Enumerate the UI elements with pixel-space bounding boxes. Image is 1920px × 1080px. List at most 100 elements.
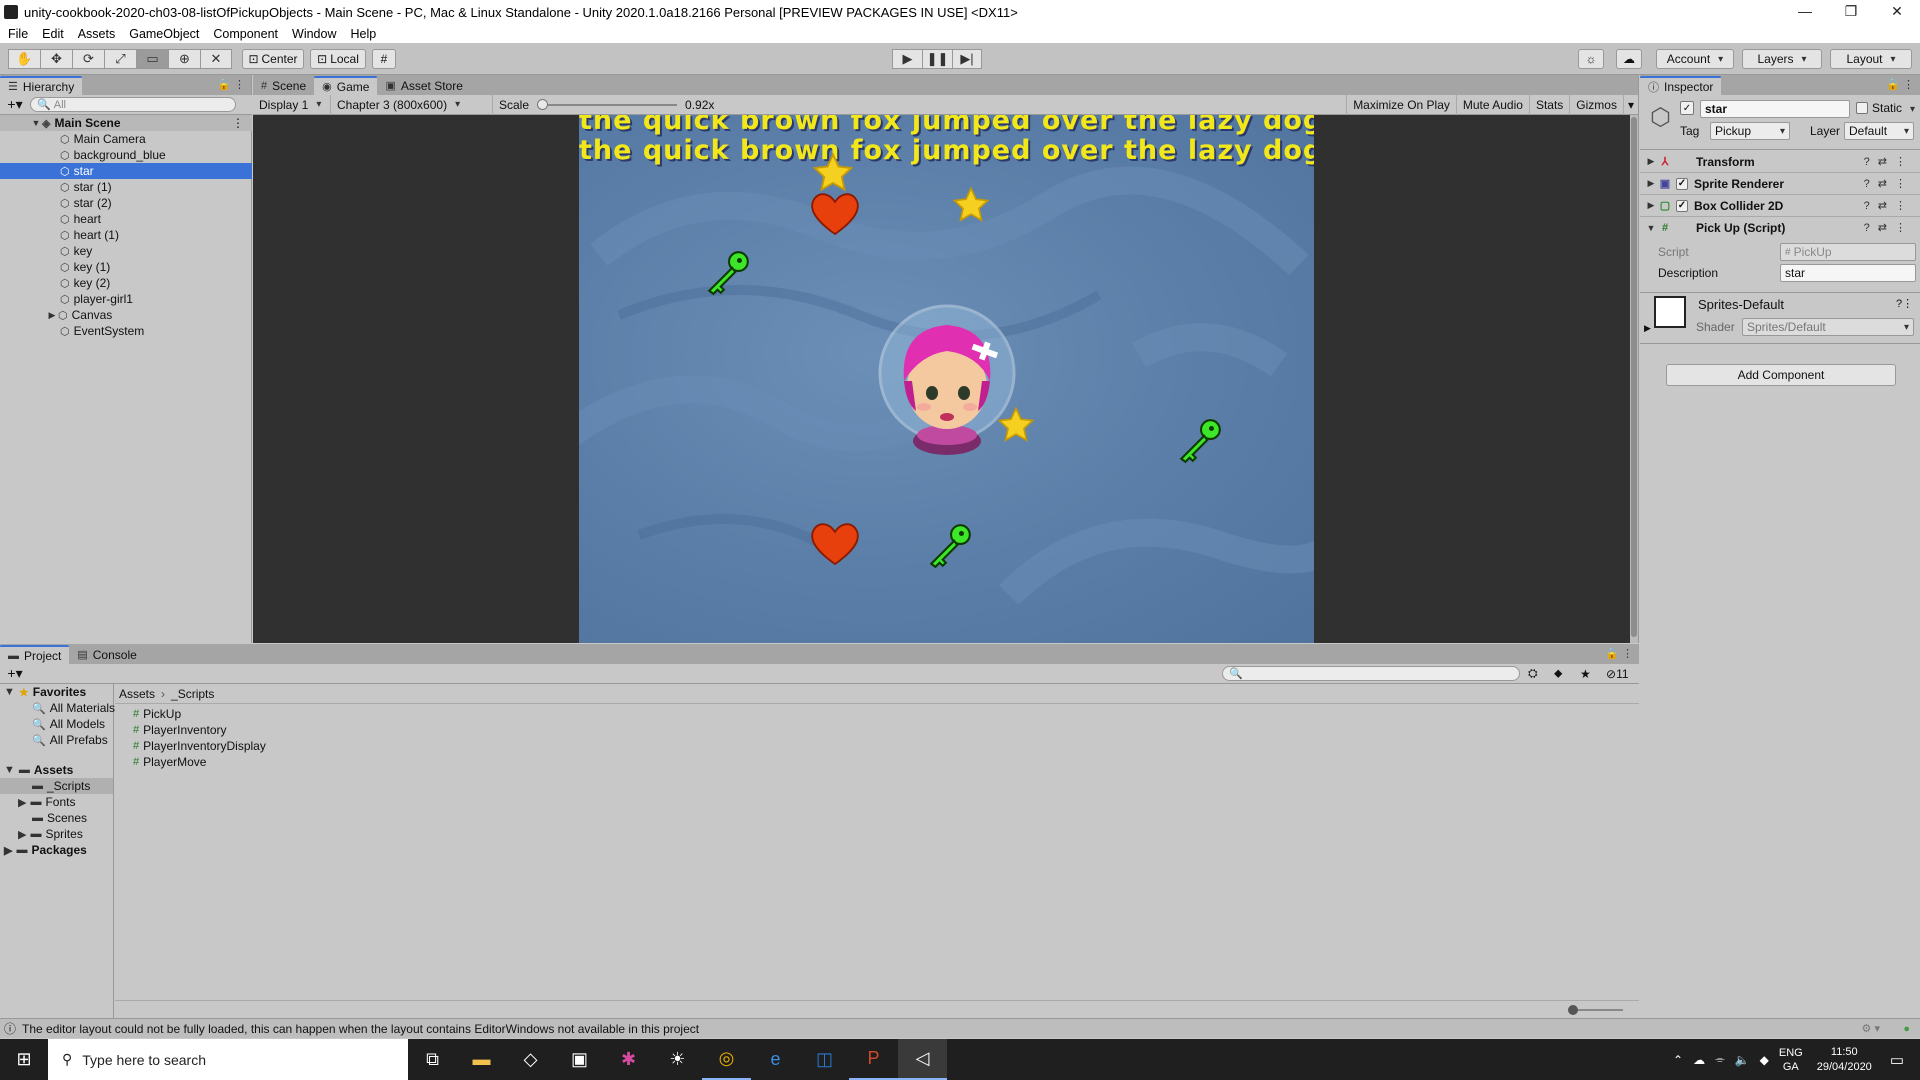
collapse-arrow-icon[interactable]: ▶ xyxy=(46,310,58,321)
rotate-tool-icon[interactable]: ⟳ xyxy=(72,49,104,69)
cloud-icon[interactable]: ☁ xyxy=(1616,49,1642,69)
tab-game[interactable]: ◉ Game xyxy=(314,76,378,95)
assets-row[interactable]: ▼ ▬ Assets xyxy=(0,762,113,778)
menu-file[interactable]: File xyxy=(8,27,28,41)
create-plus-icon[interactable]: +▾ xyxy=(0,96,30,113)
tree-item[interactable]: ⬡ star (2) xyxy=(0,195,252,211)
shader-dropdown[interactable]: Sprites/Default xyxy=(1742,318,1914,336)
tray-chevron-icon[interactable]: ⌃ xyxy=(1673,1053,1683,1067)
expand-arrow-icon[interactable]: ▶ xyxy=(1644,178,1658,189)
tree-item[interactable]: ▶ ⬡ Canvas xyxy=(0,307,252,323)
store-icon[interactable]: ▣ xyxy=(555,1039,604,1080)
services-icon[interactable]: ☼ xyxy=(1578,49,1604,69)
favorite-star-icon[interactable]: ★ xyxy=(1580,667,1591,681)
language-indicator[interactable]: ENG GA xyxy=(1779,1046,1803,1074)
game-scrollbar[interactable] xyxy=(1630,115,1638,643)
mute-audio-toggle[interactable]: Mute Audio xyxy=(1457,95,1530,115)
slack-icon[interactable]: ✱ xyxy=(604,1039,653,1080)
maximize-button[interactable]: ❐ xyxy=(1828,0,1874,24)
expand-arrow-icon[interactable]: ▶ xyxy=(18,796,26,809)
menu-edit[interactable]: Edit xyxy=(42,27,64,41)
resolution-dropdown[interactable]: Chapter 3 (800x600) xyxy=(331,94,493,115)
component-enabled-checkbox[interactable]: ✓ xyxy=(1676,199,1688,212)
tab-inspector[interactable]: ⓘ Inspector xyxy=(1640,76,1722,95)
scene-menu-icon[interactable]: ⋮ xyxy=(232,116,244,130)
active-checkbox[interactable]: ✓ xyxy=(1680,101,1694,115)
hand-tool-icon[interactable]: ✋ xyxy=(8,49,40,69)
folder-item[interactable]: ▬ Scenes xyxy=(0,810,113,826)
tree-item[interactable]: ⬡ Main Camera xyxy=(0,131,252,147)
tree-scene-row[interactable]: ▼ ◈ Main Scene ⋮ xyxy=(0,115,252,131)
static-dropdown[interactable]: Static xyxy=(1872,101,1915,115)
hierarchy-search-input[interactable]: 🔍 All xyxy=(30,97,236,112)
project-lock-icon[interactable]: 🔒 ⋮ xyxy=(1605,647,1633,660)
scale-handle[interactable] xyxy=(537,98,549,110)
expand-arrow-icon[interactable]: ▶ xyxy=(1644,200,1658,211)
rect-tool-icon[interactable]: ▭ xyxy=(136,49,168,69)
component-controls-icon[interactable]: ?⇄⋮ xyxy=(1864,177,1914,190)
file-item[interactable]: # PlayerMove xyxy=(115,754,1639,770)
play-icon[interactable]: ▶ xyxy=(892,49,922,69)
scale-track[interactable] xyxy=(537,98,678,110)
network-icon[interactable]: ⌯ xyxy=(1715,1052,1725,1067)
account-dropdown[interactable]: Account xyxy=(1656,49,1734,69)
component-controls-icon[interactable]: ?⇄⋮ xyxy=(1864,155,1914,168)
expand-arrow-icon[interactable]: ▶ xyxy=(1644,323,1651,334)
component-pickup-script[interactable]: ▼ # Pick Up (Script) ?⇄⋮ xyxy=(1640,217,1920,239)
component-sprite-renderer[interactable]: ▶ ▣ ✓ Sprite Renderer ?⇄⋮ xyxy=(1640,173,1920,195)
menu-assets[interactable]: Assets xyxy=(78,27,116,41)
clock[interactable]: 11:50 29/04/2020 xyxy=(1817,1045,1872,1075)
component-controls-icon[interactable]: ?⇄⋮ xyxy=(1864,221,1914,234)
component-enabled-checkbox[interactable]: ✓ xyxy=(1676,177,1688,190)
tab-project[interactable]: ▬ Project xyxy=(0,645,70,664)
menu-component[interactable]: Component xyxy=(213,27,278,41)
layers-dropdown[interactable]: Layers xyxy=(1742,49,1822,69)
edge-icon[interactable]: e xyxy=(751,1039,800,1080)
scale-tool-icon[interactable]: ⤢ xyxy=(104,49,136,69)
file-item[interactable]: # PlayerInventoryDisplay xyxy=(115,738,1639,754)
tree-item[interactable]: ⬡ key (1) xyxy=(0,259,252,275)
scale-slider[interactable]: Scale 0.92x xyxy=(493,95,733,115)
display-dropdown[interactable]: Display 1 xyxy=(253,94,331,115)
outlook-icon[interactable]: ◫ xyxy=(800,1039,849,1080)
status-message[interactable]: The editor layout could not be fully loa… xyxy=(22,1022,699,1036)
icon-size-slider[interactable] xyxy=(1568,1005,1623,1015)
windows-start-icon[interactable]: ⊞ xyxy=(0,1039,48,1080)
menu-help[interactable]: Help xyxy=(350,27,376,41)
game-scrollbar-thumb[interactable] xyxy=(1631,117,1637,637)
breadcrumb-root[interactable]: Assets xyxy=(119,687,155,701)
tab-hierarchy[interactable]: ☰ Hierarchy xyxy=(0,76,83,95)
tag-dropdown[interactable]: Pickup xyxy=(1710,122,1790,140)
favorite-item[interactable]: 🔍 All Models xyxy=(0,716,113,732)
favorite-item[interactable]: 🔍 All Prefabs xyxy=(0,732,113,748)
move-tool-icon[interactable]: ✥ xyxy=(40,49,72,69)
add-component-button[interactable]: Add Component xyxy=(1666,364,1896,386)
collapse-arrow-icon[interactable]: ▼ xyxy=(4,686,15,698)
hidden-packages-toggle[interactable]: ⊘11 xyxy=(1606,667,1629,681)
unity-hub-icon[interactable]: ◇ xyxy=(506,1039,555,1080)
packages-row[interactable]: ▶ ▬ Packages xyxy=(0,842,113,858)
tree-item[interactable]: ⬡ EventSystem xyxy=(0,323,252,339)
volume-icon[interactable]: 🔈 xyxy=(1735,1053,1750,1067)
gizmos-toggle[interactable]: Gizmos xyxy=(1570,95,1624,115)
task-view-icon[interactable]: ⧉ xyxy=(408,1039,457,1080)
settings-icon[interactable]: ⚙ ▾ xyxy=(1862,1022,1880,1035)
brightness-app-icon[interactable]: ☀ xyxy=(653,1039,702,1080)
tab-scene[interactable]: # Scene xyxy=(253,76,314,95)
file-item[interactable]: # PlayerInventory xyxy=(115,722,1639,738)
tree-item[interactable]: ⬡ key (2) xyxy=(0,275,252,291)
object-name-input[interactable]: star xyxy=(1700,100,1850,118)
tree-item[interactable]: ⬡ background_blue xyxy=(0,147,252,163)
expand-arrow-icon[interactable]: ▼ xyxy=(30,118,42,128)
folder-item-selected[interactable]: ▬ _Scripts xyxy=(0,778,113,794)
component-transform[interactable]: ▶ ⅄ Transform ?⇄⋮ xyxy=(1640,151,1920,173)
project-search-input[interactable]: 🔍 xyxy=(1222,666,1520,681)
layer-dropdown[interactable]: Default xyxy=(1844,122,1914,140)
custom-tool-icon[interactable]: ✕ xyxy=(200,49,232,69)
stats-toggle[interactable]: Stats xyxy=(1530,95,1571,115)
tree-item[interactable]: ⬡ key xyxy=(0,243,252,259)
static-checkbox[interactable] xyxy=(1856,102,1868,114)
gizmos-dropdown-icon[interactable]: ▾ xyxy=(1624,95,1638,115)
collapse-arrow-icon[interactable]: ▼ xyxy=(4,764,15,776)
taskbar-search-input[interactable]: ⚲ Type here to search xyxy=(48,1039,408,1080)
